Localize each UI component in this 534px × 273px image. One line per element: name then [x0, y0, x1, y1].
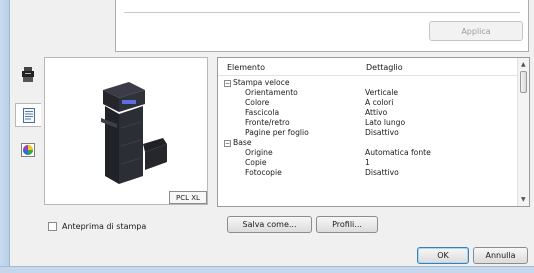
multifunction-printer-image — [101, 82, 167, 184]
setting-element: Pagine per foglio — [245, 128, 309, 137]
column-header-element[interactable]: Elemento — [227, 63, 265, 72]
group-label: Base — [233, 138, 252, 147]
tab-document[interactable] — [15, 103, 41, 127]
tab-color[interactable] — [15, 138, 41, 162]
table-row[interactable]: Pagine per foglio Disattivo — [218, 128, 517, 138]
print-preview-checkbox[interactable] — [48, 221, 57, 231]
table-row[interactable]: Fotocopie Disattivo — [218, 168, 517, 178]
setting-detail: Attivo — [365, 108, 388, 117]
table-row[interactable]: Copie 1 — [218, 158, 517, 168]
tree-group-quick-print[interactable]: − Stampa veloce — [218, 78, 517, 88]
apply-button[interactable]: Applica — [429, 21, 523, 41]
print-preview-label: Anteprima di stampa — [62, 221, 147, 231]
group-label: Stampa veloce — [233, 78, 290, 87]
setting-detail: Automatica fonte — [365, 148, 431, 157]
scroll-down-icon[interactable]: ▼ — [521, 196, 526, 203]
setting-element: Fascicola — [245, 108, 280, 117]
tree-group-base[interactable]: − Base — [218, 138, 517, 148]
save-as-button[interactable]: Salva come... — [227, 216, 312, 233]
setting-element: Fronte/retro — [245, 118, 290, 127]
column-header-detail[interactable]: Dettaglio — [366, 63, 403, 72]
setting-detail: A colori — [365, 98, 394, 107]
vertical-scrollbar[interactable]: ▲ ▼ — [517, 58, 529, 206]
color-wheel-icon — [21, 143, 35, 157]
scroll-thumb[interactable] — [520, 71, 527, 93]
print-preview-option[interactable]: Anteprima di stampa — [48, 220, 146, 232]
printer-icon — [22, 67, 34, 82]
setting-detail: Disattivo — [365, 168, 399, 177]
table-row[interactable]: Origine Automatica fonte — [218, 148, 517, 158]
setting-element: Colore — [245, 98, 270, 107]
table-row[interactable]: Fronte/retro Lato lungo — [218, 118, 517, 128]
top-settings-panel: Applica — [115, 0, 529, 52]
settings-summary-list[interactable]: Elemento Dettaglio − Stampa veloce Orien… — [217, 57, 530, 207]
setting-detail: Disattivo — [365, 128, 399, 137]
table-row[interactable]: Orientamento Verticale — [218, 88, 517, 98]
setting-element: Copie — [245, 158, 267, 167]
setting-element: Fotocopie — [245, 168, 282, 177]
setting-detail: 1 — [365, 158, 370, 167]
table-row[interactable]: Colore A colori — [218, 98, 517, 108]
setting-detail: Lato lungo — [365, 118, 406, 127]
tab-device[interactable] — [15, 63, 41, 87]
scroll-up-icon[interactable]: ▲ — [521, 61, 526, 68]
window-frame-bottom — [0, 266, 534, 273]
setting-element: Origine — [245, 148, 273, 157]
window-frame-left — [0, 0, 10, 273]
document-icon — [22, 107, 35, 123]
setting-element: Orientamento — [245, 88, 298, 97]
collapse-icon[interactable]: − — [224, 79, 231, 87]
profiles-button[interactable]: Profili... — [316, 216, 378, 233]
cancel-button[interactable]: Annulla — [473, 247, 528, 264]
panel-divider — [124, 12, 520, 13]
setting-detail: Verticale — [365, 88, 399, 97]
printer-preview — [44, 57, 208, 205]
pdl-badge: PCL XL — [169, 191, 207, 204]
list-header: Elemento Dettaglio — [218, 58, 517, 76]
ok-button[interactable]: OK — [417, 247, 469, 264]
collapse-icon[interactable]: − — [224, 139, 231, 147]
table-row[interactable]: Fascicola Attivo — [218, 108, 517, 118]
